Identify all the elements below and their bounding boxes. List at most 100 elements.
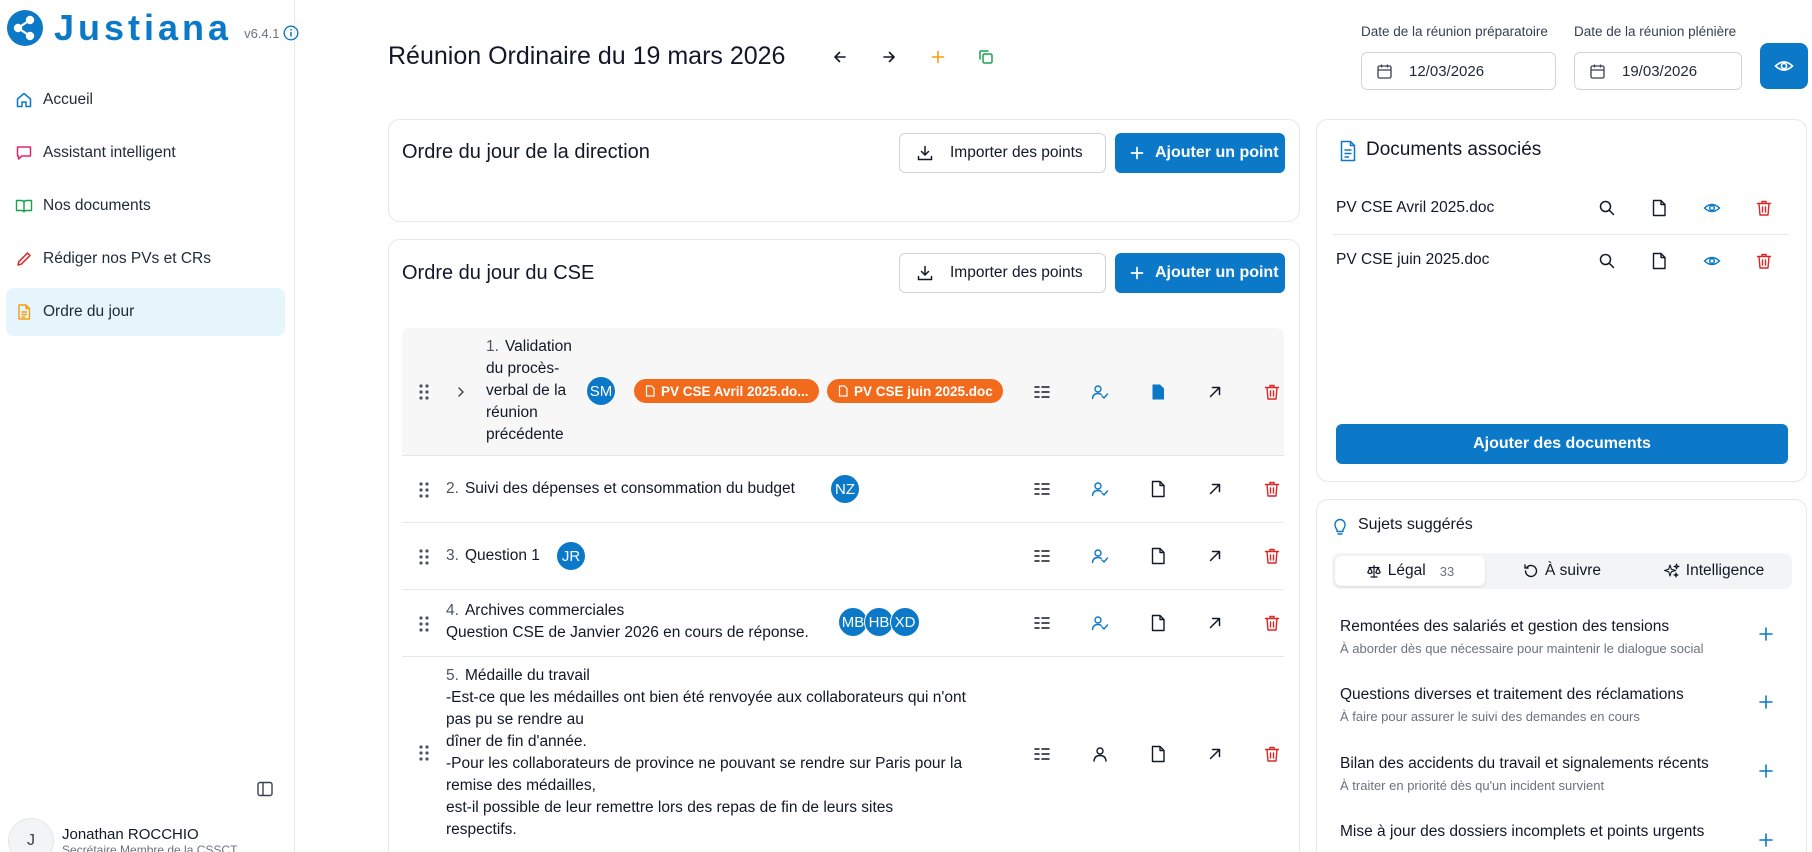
- prep-date-input[interactable]: 12/03/2026: [1361, 52, 1556, 90]
- eye-icon[interactable]: [1703, 252, 1721, 270]
- agenda-row-2[interactable]: 2. Suivi des dépenses et consommation du …: [402, 456, 1284, 523]
- suggestion-tabs: Légal 33 À suivre Intelligence: [1332, 553, 1792, 589]
- file-icon[interactable]: [1149, 745, 1167, 763]
- list-details-icon[interactable]: [1033, 383, 1051, 401]
- trash-icon[interactable]: [1263, 480, 1281, 498]
- list-details-icon[interactable]: [1033, 480, 1051, 498]
- drag-handle-icon[interactable]: [418, 480, 430, 500]
- avatar[interactable]: XD: [890, 607, 920, 637]
- arrow-up-right-icon[interactable]: [1206, 480, 1224, 498]
- document-icon: [1340, 140, 1356, 162]
- suggestion-title: Remontées des salariés et gestion des te…: [1340, 618, 1670, 635]
- copy-icon[interactable]: [976, 47, 996, 67]
- trash-icon[interactable]: [1755, 252, 1773, 270]
- agenda-row-3[interactable]: 3. Question 1 JR: [402, 523, 1284, 590]
- app-version: v6.4.1: [244, 25, 280, 41]
- plus-icon[interactable]: [928, 47, 948, 67]
- add-documents-button[interactable]: Ajouter des documents: [1336, 424, 1788, 464]
- arrow-up-right-icon[interactable]: [1206, 383, 1224, 401]
- search-icon[interactable]: [1598, 199, 1616, 217]
- arrow-up-right-icon[interactable]: [1206, 547, 1224, 565]
- sidebar-toggle-icon[interactable]: [256, 780, 274, 798]
- suggestion-title: Bilan des accidents du travail et signal…: [1340, 755, 1709, 772]
- tab-legal[interactable]: Légal 33: [1335, 556, 1485, 586]
- add-suggestion-icon[interactable]: [1758, 626, 1774, 642]
- file-icon[interactable]: [1650, 199, 1668, 217]
- tab-a-suivre[interactable]: À suivre: [1487, 556, 1637, 586]
- direction-add-button[interactable]: Ajouter un point: [1115, 133, 1285, 173]
- download-icon: [917, 145, 933, 161]
- direction-import-button[interactable]: Importer des points: [899, 133, 1106, 173]
- agenda-item-body: est-il possible de leur remettre lors de…: [446, 799, 894, 816]
- user-profile[interactable]: J Jonathan ROCCHIO Secrétaire Membre de …: [8, 818, 237, 852]
- trash-icon[interactable]: [1263, 745, 1281, 763]
- suggestion-subtitle: À traiter en priorité dès qu'un incident…: [1340, 778, 1605, 793]
- sidebar-item-pvs[interactable]: Rédiger nos PVs et CRs: [6, 235, 285, 283]
- lightbulb-icon: [1334, 518, 1346, 535]
- document-chip[interactable]: PV CSE Avril 2025.do...: [634, 379, 819, 403]
- agenda-row-4[interactable]: 4. Archives commerciales Question CSE de …: [402, 590, 1284, 657]
- arrow-right-icon[interactable]: [879, 47, 899, 67]
- document-icon: [18, 304, 31, 320]
- user-icon[interactable]: [1091, 745, 1109, 763]
- plus-icon: [1130, 266, 1144, 280]
- agenda-item-number: 5.: [446, 667, 459, 684]
- list-details-icon[interactable]: [1033, 614, 1051, 632]
- list-details-icon[interactable]: [1033, 745, 1051, 763]
- suggestions-title: Sujets suggérés: [1358, 516, 1473, 533]
- avatar[interactable]: NZ: [830, 474, 860, 504]
- file-icon[interactable]: [1650, 252, 1668, 270]
- file-icon[interactable]: [1149, 614, 1167, 632]
- trash-icon[interactable]: [1263, 547, 1281, 565]
- document-name[interactable]: PV CSE juin 2025.doc: [1336, 251, 1489, 269]
- document-name[interactable]: PV CSE Avril 2025.doc: [1336, 199, 1494, 217]
- cse-add-button[interactable]: Ajouter un point: [1115, 253, 1285, 293]
- sidebar-item-label: Rédiger nos PVs et CRs: [43, 250, 211, 267]
- prep-date-label: Date de la réunion préparatoire: [1361, 24, 1548, 39]
- sidebar-item-label: Accueil: [43, 91, 93, 108]
- avatar[interactable]: SM: [586, 376, 616, 406]
- drag-handle-icon[interactable]: [418, 382, 430, 402]
- add-suggestion-icon[interactable]: [1758, 763, 1774, 779]
- cse-import-button[interactable]: Importer des points: [899, 253, 1106, 293]
- file-icon: [645, 385, 655, 397]
- user-check-icon[interactable]: [1091, 480, 1109, 498]
- trash-icon[interactable]: [1755, 199, 1773, 217]
- sidebar-item-documents[interactable]: Nos documents: [6, 182, 285, 230]
- sidebar-item-assistant[interactable]: Assistant intelligent: [6, 129, 285, 177]
- arrow-up-right-icon[interactable]: [1206, 745, 1224, 763]
- sidebar-item-label: Ordre du jour: [43, 303, 135, 320]
- add-suggestion-icon[interactable]: [1758, 832, 1774, 848]
- suggestions-card: [1316, 499, 1807, 852]
- file-filled-icon[interactable]: [1149, 383, 1167, 401]
- agenda-row-5[interactable]: 5. Médaille du travail -Est-ce que les mé…: [402, 657, 1284, 852]
- sidebar-item-ordre-du-jour[interactable]: Ordre du jour: [6, 288, 285, 336]
- agenda-item-number: 4.: [446, 602, 459, 619]
- preview-button[interactable]: [1760, 43, 1808, 89]
- list-details-icon[interactable]: [1033, 547, 1051, 565]
- info-icon[interactable]: [283, 25, 299, 41]
- drag-handle-icon[interactable]: [418, 547, 430, 567]
- trash-icon[interactable]: [1263, 614, 1281, 632]
- user-check-icon[interactable]: [1091, 614, 1109, 632]
- trash-icon[interactable]: [1263, 383, 1281, 401]
- avatar[interactable]: JR: [556, 541, 586, 571]
- arrow-up-right-icon[interactable]: [1206, 614, 1224, 632]
- tab-intelligence[interactable]: Intelligence: [1639, 556, 1789, 586]
- document-chip[interactable]: PV CSE juin 2025.doc: [827, 379, 1003, 403]
- prep-date-value: 12/03/2026: [1409, 62, 1485, 80]
- plen-date-input[interactable]: 19/03/2026: [1574, 52, 1742, 90]
- file-icon[interactable]: [1149, 547, 1167, 565]
- drag-handle-icon[interactable]: [418, 743, 430, 763]
- search-icon[interactable]: [1598, 252, 1616, 270]
- agenda-row-1[interactable]: 1. Validation du procès- verbal de la réu…: [402, 328, 1284, 456]
- user-check-icon[interactable]: [1091, 383, 1109, 401]
- sidebar-item-accueil[interactable]: Accueil: [6, 76, 285, 124]
- user-check-icon[interactable]: [1091, 547, 1109, 565]
- file-icon[interactable]: [1149, 480, 1167, 498]
- arrow-left-icon[interactable]: [830, 47, 850, 67]
- add-suggestion-icon[interactable]: [1758, 694, 1774, 710]
- chevron-right-icon[interactable]: [454, 385, 468, 399]
- eye-icon[interactable]: [1703, 199, 1721, 217]
- drag-handle-icon[interactable]: [418, 614, 430, 634]
